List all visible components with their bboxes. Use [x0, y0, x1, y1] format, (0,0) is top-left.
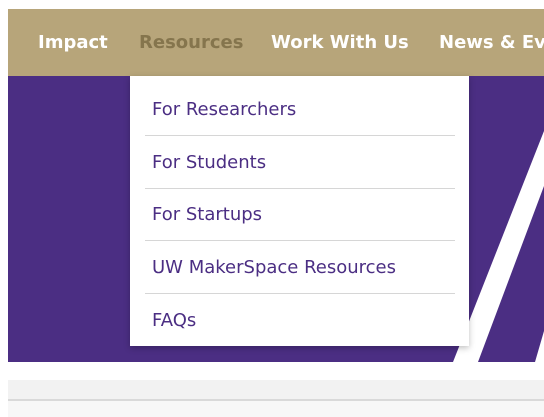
nav-work-with-us[interactable]: Work With Us: [271, 9, 409, 76]
dropdown-item-for-researchers[interactable]: For Researchers: [145, 84, 455, 136]
dropdown-item-for-students[interactable]: For Students: [145, 137, 455, 189]
dropdown-item-faqs[interactable]: FAQs: [145, 295, 455, 347]
resources-dropdown-menu: For Researchers For Students For Startup…: [130, 76, 469, 346]
top-gap: [0, 0, 544, 9]
main-nav: Impact Resources Work With Us News & Eve: [8, 9, 544, 76]
content-band: [8, 380, 544, 399]
hero-white-accent: [535, 331, 544, 362]
dropdown-item-for-startups[interactable]: For Startups: [145, 189, 455, 241]
dropdown-item-uw-makerspace-resources[interactable]: UW MakerSpace Resources: [145, 242, 455, 294]
content-band-lower: [8, 401, 544, 417]
nav-resources[interactable]: Resources: [139, 9, 243, 76]
content-gap: [8, 362, 544, 380]
nav-news-events[interactable]: News & Eve: [439, 9, 544, 76]
nav-impact[interactable]: Impact: [38, 9, 108, 76]
